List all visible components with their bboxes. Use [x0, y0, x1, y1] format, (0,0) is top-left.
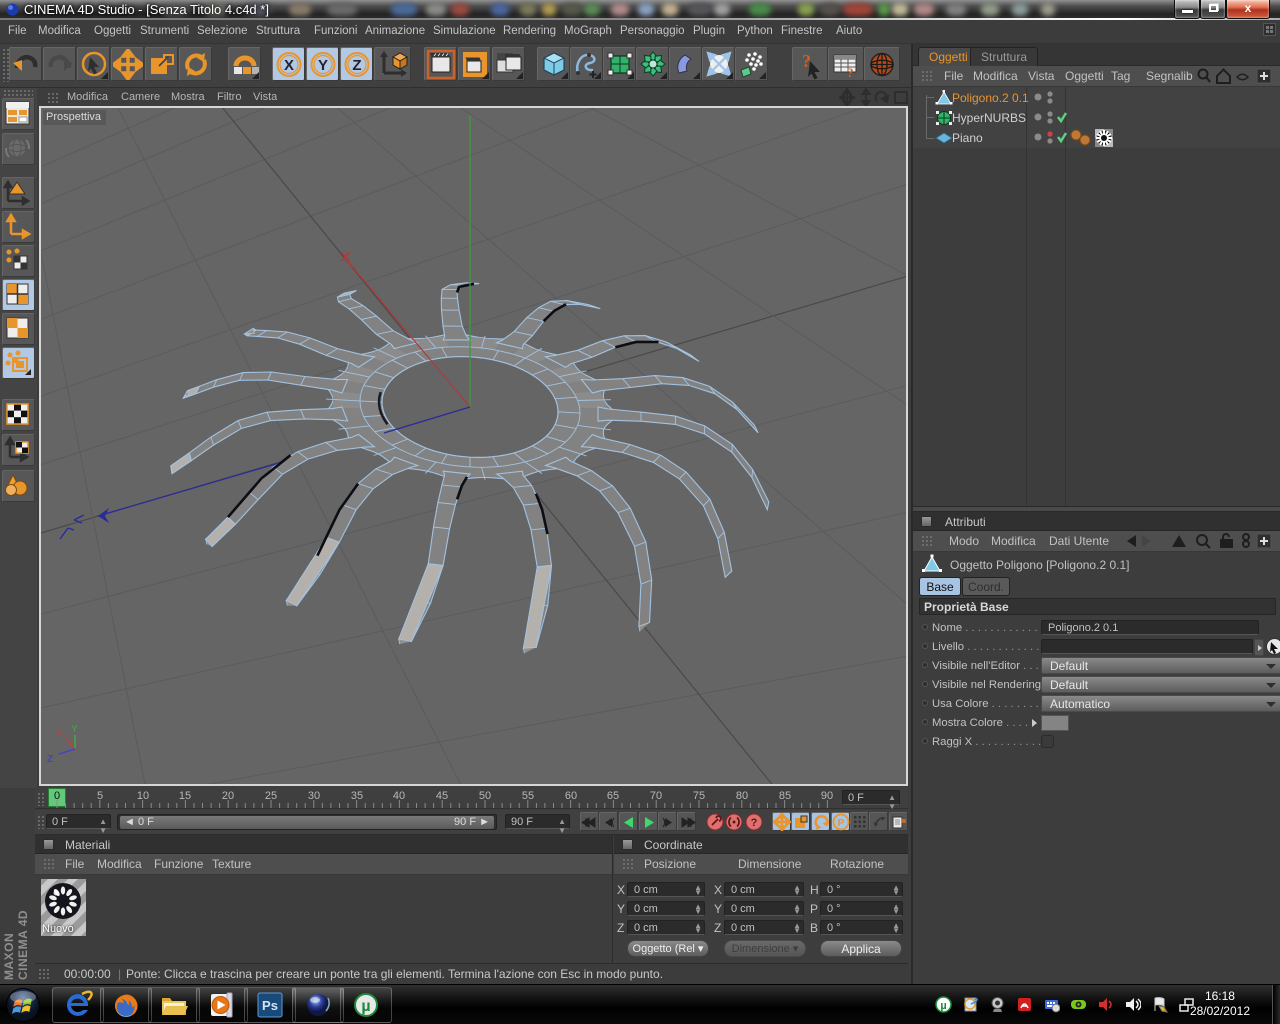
svg-text:!: !	[1164, 1006, 1166, 1013]
svg-text:X: X	[56, 728, 63, 739]
svg-text:P: P	[838, 818, 845, 829]
svg-text:?: ?	[751, 817, 758, 829]
svg-text:µ: µ	[940, 1000, 946, 1012]
svg-text:Ps: Ps	[262, 998, 278, 1013]
svg-text:Z: Z	[352, 57, 361, 74]
svg-text:Y: Y	[318, 57, 328, 74]
svg-text:X: X	[284, 57, 294, 74]
svg-text:Z: Z	[47, 754, 53, 765]
svg-text:µ: µ	[361, 998, 370, 1015]
svg-text:Y: Y	[71, 724, 78, 735]
svg-text:?: ?	[847, 65, 854, 80]
